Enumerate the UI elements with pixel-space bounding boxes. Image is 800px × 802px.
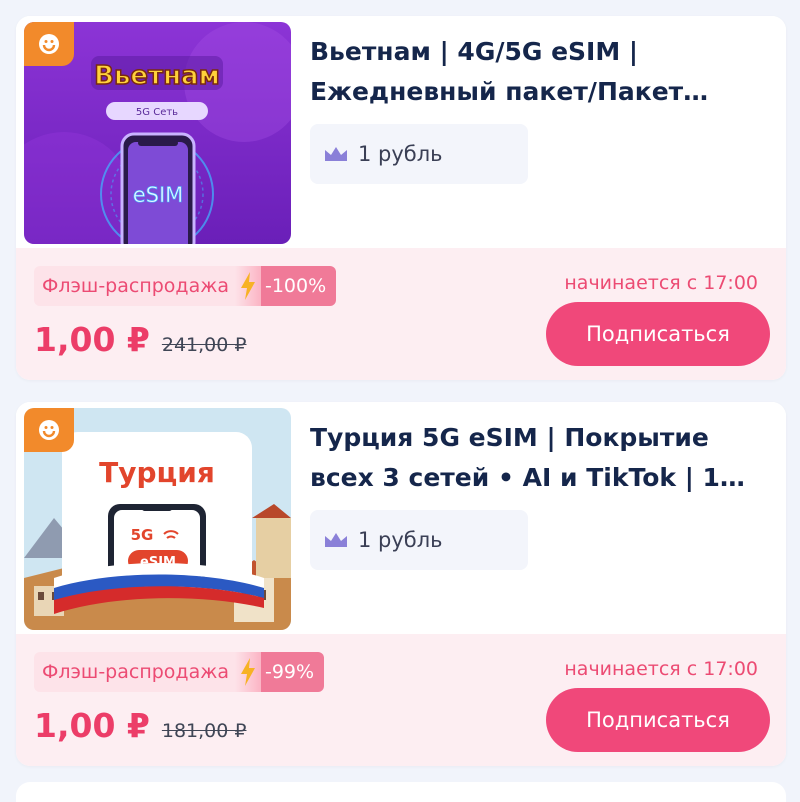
store-badge-icon	[24, 22, 74, 66]
current-price: 1,00 ₽	[34, 320, 150, 359]
store-badge-icon	[24, 408, 74, 452]
flash-sale-label: Флэш-распродажа	[34, 266, 235, 306]
flash-sale-section: Флэш-распродажа -100% начинается с 17:00…	[16, 248, 786, 380]
product-title[interactable]: Вьетнам | 4G/5G eSIM | Ежедневный пакет/…	[310, 32, 770, 112]
vip-price-box: 1 рубль	[310, 510, 528, 570]
sale-start-time: начинается с 17:00	[564, 272, 758, 294]
vip-price-box: 1 рубль	[310, 124, 528, 184]
price-block: 1,00 ₽ 241,00 ₽	[34, 320, 246, 359]
product-image[interactable]: Вьетнам 5G Сеть eSIM	[24, 22, 291, 244]
lightning-icon	[234, 652, 261, 692]
price-block: 1,00 ₽ 181,00 ₽	[34, 706, 246, 745]
next-card-edge	[16, 782, 786, 802]
crown-icon	[325, 533, 347, 547]
thumb-esim-text: eSIM	[133, 183, 184, 207]
old-price: 241,00 ₽	[161, 334, 247, 356]
product-image[interactable]: Турция 5G eSIM	[24, 408, 291, 630]
flash-sale-tag: Флэш-распродажа -99%	[34, 652, 325, 692]
thumb-network-text: 5G	[131, 526, 154, 544]
sale-start-time: начинается с 17:00	[564, 658, 758, 680]
current-price: 1,00 ₽	[34, 706, 150, 745]
product-card-top[interactable]: Турция 5G eSIM Турция 5G eSIM | Покрытие…	[16, 402, 786, 634]
lightning-icon	[234, 266, 261, 306]
flash-sale-label: Флэш-распродажа	[34, 652, 235, 692]
product-card-top[interactable]: Вьетнам 5G Сеть eSIM Вьетнам | 4G/5G eSI…	[16, 16, 786, 248]
thumb-network-text: 5G Сеть	[136, 107, 178, 118]
crown-icon	[325, 147, 347, 161]
vip-price-text: 1 рубль	[358, 528, 443, 552]
subscribe-button[interactable]: Подписаться	[546, 688, 770, 752]
old-price: 181,00 ₽	[161, 720, 247, 742]
product-card[interactable]: Турция 5G eSIM Турция 5G eSIM | Покрытие…	[16, 402, 786, 766]
flash-sale-section: Флэш-распродажа -99% начинается с 17:00 …	[16, 634, 786, 766]
discount-badge: -100%	[260, 266, 337, 306]
thumb-country-text: Вьетнам	[94, 61, 220, 91]
flash-sale-tag: Флэш-распродажа -100%	[34, 266, 337, 306]
product-title[interactable]: Турция 5G eSIM | Покрытие всех 3 сетей •…	[310, 418, 770, 498]
thumb-country-text: Турция	[99, 456, 215, 489]
discount-badge: -99%	[260, 652, 325, 692]
vip-price-text: 1 рубль	[358, 142, 443, 166]
product-card[interactable]: Вьетнам 5G Сеть eSIM Вьетнам | 4G/5G eSI…	[16, 16, 786, 380]
subscribe-button[interactable]: Подписаться	[546, 302, 770, 366]
